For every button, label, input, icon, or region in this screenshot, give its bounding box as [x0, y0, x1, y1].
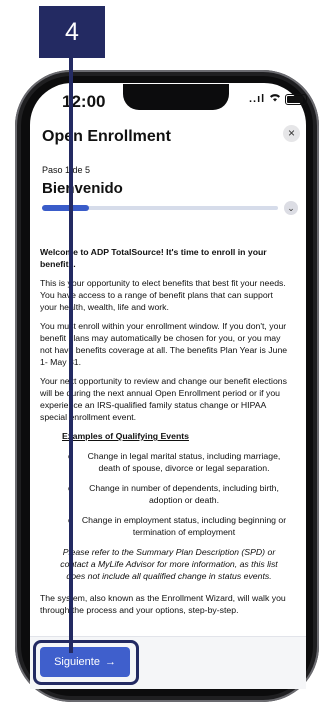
close-button[interactable]: ×	[283, 125, 300, 142]
welcome-content: Welcome to ADP TotalSource! It's time to…	[40, 246, 288, 623]
list-item: Change in number of dependents, includin…	[68, 482, 288, 506]
step-title: Bienvenido	[42, 180, 123, 197]
chevron-down-icon: ⌄	[287, 203, 295, 213]
paragraph: Your next opportunity to review and chan…	[40, 376, 287, 422]
events-heading: Examples of Qualifying Events	[62, 431, 189, 441]
highlight-box	[33, 640, 139, 685]
paragraph: You must enroll within your enrollment w…	[40, 321, 288, 367]
spd-note: Please refer to the Summary Plan Descrip…	[60, 547, 278, 581]
battery-icon	[285, 93, 308, 105]
paragraph: This is your opportunity to elect benefi…	[40, 278, 286, 312]
callout-badge: 4	[39, 6, 105, 58]
expand-steps-button[interactable]: ⌄	[284, 201, 298, 215]
intro-text: Welcome to ADP TotalSource! It's time to…	[40, 247, 267, 269]
list-item: Change in employment status, including b…	[68, 514, 288, 538]
status-icons: ..ıl	[249, 93, 308, 105]
paragraph: The system, also known as the Enrollment…	[40, 593, 286, 615]
close-icon: ×	[287, 126, 295, 140]
phone-notch	[123, 84, 229, 110]
events-list: Change in legal marital status, includin…	[40, 450, 288, 538]
step-indicator: Paso 1 de 5	[42, 165, 91, 175]
list-item: Change in legal marital status, includin…	[68, 450, 288, 474]
page-title: Open Enrollment	[42, 128, 171, 145]
wifi-icon	[269, 93, 281, 105]
signal-icon: ..ıl	[249, 93, 266, 105]
callout-line	[69, 58, 73, 653]
progress-fill	[42, 205, 90, 211]
